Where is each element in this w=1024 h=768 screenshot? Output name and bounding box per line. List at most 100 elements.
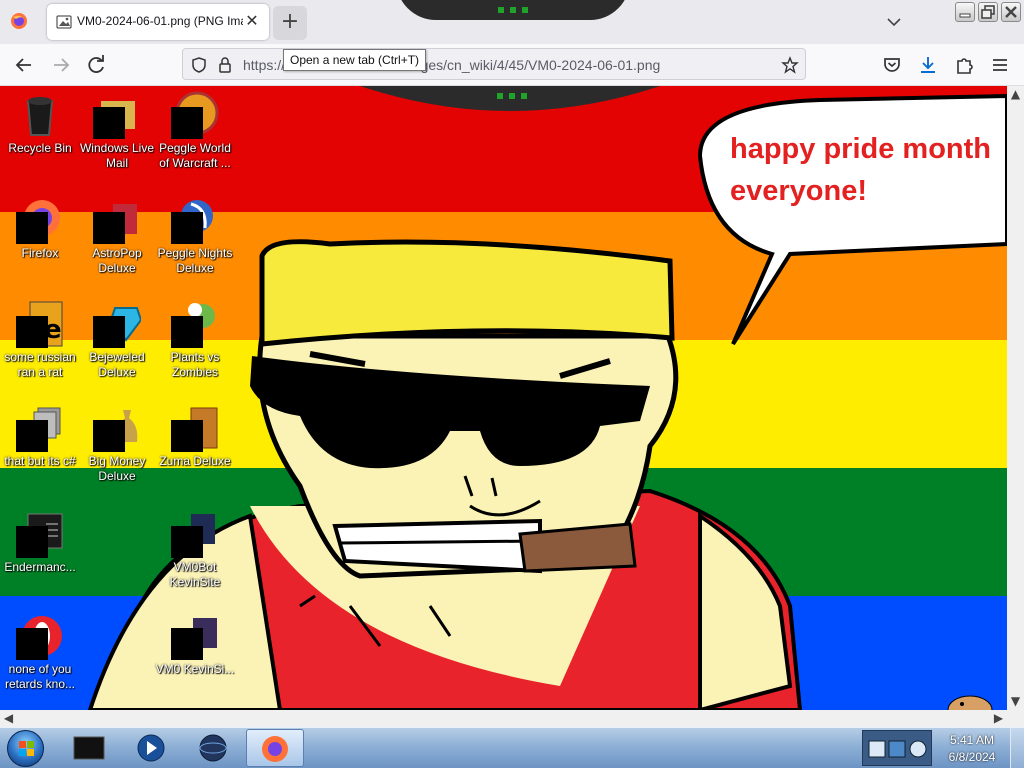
image-viewport: happy pride month everyone! Recycle Bin … [0, 86, 1007, 710]
desktop-icon-big-money[interactable]: Big Money Deluxe [77, 404, 157, 484]
desktop-icon-that-but-its-csharp[interactable]: that but its c# [0, 404, 80, 469]
document-icon: e [16, 300, 64, 348]
scroll-left-icon[interactable]: ◀ [0, 710, 17, 727]
app-window-icon [73, 736, 105, 760]
download-icon[interactable] [916, 53, 940, 77]
censor-block [16, 526, 48, 558]
shortcut-icon [171, 612, 219, 660]
censor-block [16, 628, 48, 660]
chevron-down-icon[interactable] [884, 12, 904, 32]
clock-time[interactable]: 5:41 AM [937, 733, 1007, 747]
taskbar-media-player[interactable] [122, 729, 180, 767]
reload-icon[interactable] [84, 53, 108, 77]
censor-block [171, 316, 203, 348]
scroll-up-icon[interactable]: ▲ [1007, 86, 1024, 103]
censor-block [16, 316, 48, 348]
scroll-down-icon[interactable]: ▼ [1007, 693, 1024, 710]
censor-block [171, 107, 203, 139]
desktop-icon-vm0-kevinsite[interactable]: VM0 KevinSi... [155, 612, 235, 677]
lock-icon[interactable] [216, 56, 234, 74]
desktop-icon-firefox[interactable]: Firefox [0, 196, 80, 261]
firefox-icon[interactable] [10, 12, 28, 30]
horizontal-scrollbar[interactable]: ◀ ▶ [0, 710, 1024, 727]
firefox-icon [262, 736, 288, 762]
shortcut-icon [171, 510, 219, 558]
close-window-button[interactable] [1001, 2, 1021, 22]
taskbar: 5:41 AM 6/8/2024 [0, 727, 1024, 768]
vertical-scrollbar[interactable]: ▲ ▼ [1007, 86, 1024, 710]
tab-strip: VM0-2024-06-01.png (PNG Image ✕ + [0, 0, 1024, 44]
clock-date[interactable]: 6/8/2024 [937, 750, 1007, 764]
shield-icon[interactable] [190, 56, 208, 74]
desktop-icon-peggle-nights[interactable]: Peggle Nights Deluxe [155, 196, 235, 276]
censor-block [171, 628, 203, 660]
gem-icon [93, 300, 143, 348]
windows-start-orb[interactable] [7, 730, 44, 767]
pocket-icon[interactable] [880, 53, 904, 77]
image-file-icon [56, 15, 72, 29]
desktop-icon-windows-live-mail[interactable]: Windows Live Mail [77, 91, 157, 171]
restore-button[interactable] [978, 2, 998, 22]
hamster-icon [947, 695, 993, 710]
cigar [518, 522, 637, 573]
taskbar-globe[interactable] [184, 729, 242, 767]
speech-line-1: happy pride month [730, 133, 991, 165]
censor-block [93, 212, 125, 244]
puzzle-icon[interactable] [952, 53, 976, 77]
minimize-icon [959, 13, 971, 18]
censor-block [16, 212, 48, 244]
close-icon [1005, 6, 1017, 18]
tab-active[interactable]: VM0-2024-06-01.png (PNG Image ✕ [47, 4, 269, 40]
mouth [332, 518, 542, 574]
desktop-icon-peggle-wow[interactable]: Peggle World of Warcraft ... [155, 91, 235, 171]
censor-block [16, 420, 48, 452]
new-tab-tooltip: Open a new tab (Ctrl+T) [283, 49, 427, 71]
opera-icon [16, 612, 64, 660]
speech-text: happy pride month everyone! [730, 128, 1007, 212]
new-tab-button[interactable]: + [273, 6, 307, 40]
taskbar-firefox[interactable] [246, 729, 304, 767]
window-decoration [396, 0, 630, 20]
minimize-button[interactable] [955, 2, 975, 22]
globe-icon [199, 734, 227, 762]
display-icon [888, 740, 906, 758]
peggle-icon [171, 91, 219, 139]
decoration-lights [498, 7, 528, 13]
speaker-icon [909, 740, 927, 758]
desktop-icon-recycle-bin[interactable]: Recycle Bin [0, 91, 80, 156]
url-bar[interactable]: https://w/images/cn_wiki/4/45/VM0-2024-0… [182, 48, 806, 80]
censor-block [93, 107, 125, 139]
scroll-right-icon[interactable]: ▶ [990, 710, 1007, 727]
hamburger-menu-icon[interactable] [988, 53, 1012, 77]
desktop-icon-endermanc[interactable]: Endermanc... [0, 510, 80, 575]
star-icon[interactable] [781, 56, 799, 74]
desktop-icon-astropop[interactable]: AstroPop Deluxe [77, 196, 157, 276]
plus-icon: + [280, 9, 300, 34]
tab-title: VM0-2024-06-01.png (PNG Image [77, 14, 243, 28]
hat [259, 239, 675, 347]
windows-logo-icon [19, 741, 34, 756]
folder-icon [16, 404, 64, 452]
show-desktop-button[interactable] [1010, 728, 1024, 768]
forward-arrow-icon[interactable] [49, 53, 73, 77]
notification-tray [862, 730, 932, 766]
desktop-icon-some-russian[interactable]: e some russian ran a rat [0, 300, 80, 380]
desktop-icon-none-of-you[interactable]: none of you retards kno... [0, 612, 80, 692]
desktop-icon-vm0bot-kevinsite[interactable]: VM0Bot KevinSite [155, 510, 235, 590]
taskbar-app-window[interactable] [60, 729, 118, 767]
desktop-icon-zuma[interactable]: Zuma Deluxe [155, 404, 235, 469]
speech-line-2: everyone! [730, 175, 868, 207]
money-bag-icon [93, 404, 141, 452]
desktop-icon-plants-vs-zombies[interactable]: Plants vs Zombies [155, 300, 235, 380]
astropop-icon [93, 196, 141, 244]
plant-icon [171, 300, 219, 348]
desktop-icon-bejeweled[interactable]: Bejeweled Deluxe [77, 300, 157, 380]
recycle-bin-icon [16, 91, 64, 139]
back-arrow-icon[interactable] [12, 53, 36, 77]
close-icon[interactable]: ✕ [244, 13, 260, 29]
censor-block [93, 420, 125, 452]
navigation-toolbar: https://w/images/cn_wiki/4/45/VM0-2024-0… [0, 44, 1024, 86]
zuma-icon [171, 404, 219, 452]
window-controls [955, 2, 1023, 24]
network-icon [868, 740, 886, 758]
